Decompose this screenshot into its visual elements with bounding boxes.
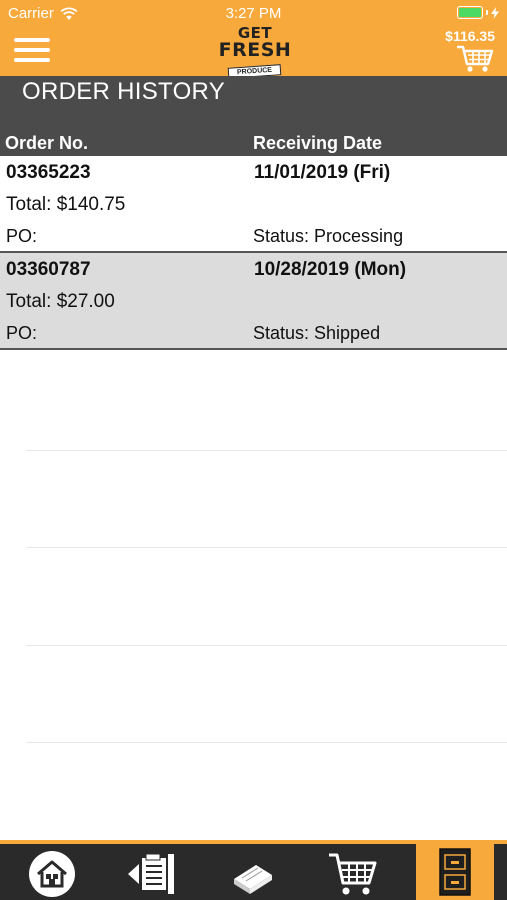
battery-icon bbox=[457, 6, 499, 19]
tab-order-history[interactable] bbox=[416, 844, 494, 900]
order-total: Total: $140.75 bbox=[6, 194, 126, 215]
order-list: 03365223 11/01/2019 (Fri) Total: $140.75… bbox=[0, 156, 507, 350]
order-status: Status: Processing bbox=[253, 226, 404, 246]
cart-total[interactable]: $116.35 bbox=[445, 28, 495, 44]
column-header-order-no: Order No. bbox=[5, 133, 89, 153]
order-history-icon bbox=[439, 848, 471, 896]
tab-cart[interactable] bbox=[322, 848, 384, 900]
bottom-tab-bar bbox=[0, 840, 507, 900]
order-number: 03360787 bbox=[6, 259, 91, 280]
app-header: Carrier 3:27 PM GET FRESH PRODUCE $116.3… bbox=[0, 0, 507, 79]
order-row[interactable]: 03360787 10/28/2019 (Mon) Total: $27.00 … bbox=[0, 253, 507, 350]
order-row[interactable]: 03365223 11/01/2019 (Fri) Total: $140.75… bbox=[0, 156, 507, 253]
receiving-date: 10/28/2019 (Mon) bbox=[254, 259, 407, 280]
order-po: PO: bbox=[6, 226, 38, 246]
page-title: ORDER HISTORY bbox=[22, 78, 226, 105]
empty-row-divider bbox=[26, 547, 507, 548]
tab-order-list[interactable] bbox=[120, 848, 182, 900]
charging-bolt-icon bbox=[491, 6, 499, 19]
order-status: Status: Shipped bbox=[253, 323, 381, 343]
status-bar: Carrier 3:27 PM bbox=[0, 0, 507, 26]
order-history-header: ORDER HISTORY Order No. Receiving Date bbox=[0, 76, 507, 156]
hamburger-menu-icon[interactable] bbox=[14, 38, 50, 64]
brand-logo: GET FRESH PRODUCE bbox=[212, 26, 298, 79]
tab-catalog[interactable] bbox=[222, 848, 284, 900]
order-total: Total: $27.00 bbox=[6, 291, 115, 312]
empty-row-divider bbox=[26, 450, 507, 451]
catalog-book-icon bbox=[234, 865, 272, 894]
cart-icon bbox=[329, 853, 377, 895]
order-list-icon bbox=[128, 853, 174, 894]
order-po: PO: bbox=[6, 323, 38, 343]
empty-row-divider bbox=[26, 742, 507, 743]
empty-row-divider bbox=[26, 645, 507, 646]
home-icon bbox=[29, 851, 75, 897]
receiving-date: 11/01/2019 (Fri) bbox=[254, 162, 391, 183]
column-header-receiving-date: Receiving Date bbox=[253, 133, 383, 153]
status-time: 3:27 PM bbox=[225, 5, 282, 22]
order-number: 03365223 bbox=[6, 162, 91, 183]
tab-home[interactable] bbox=[22, 848, 82, 900]
shopping-cart-icon[interactable] bbox=[455, 44, 495, 74]
